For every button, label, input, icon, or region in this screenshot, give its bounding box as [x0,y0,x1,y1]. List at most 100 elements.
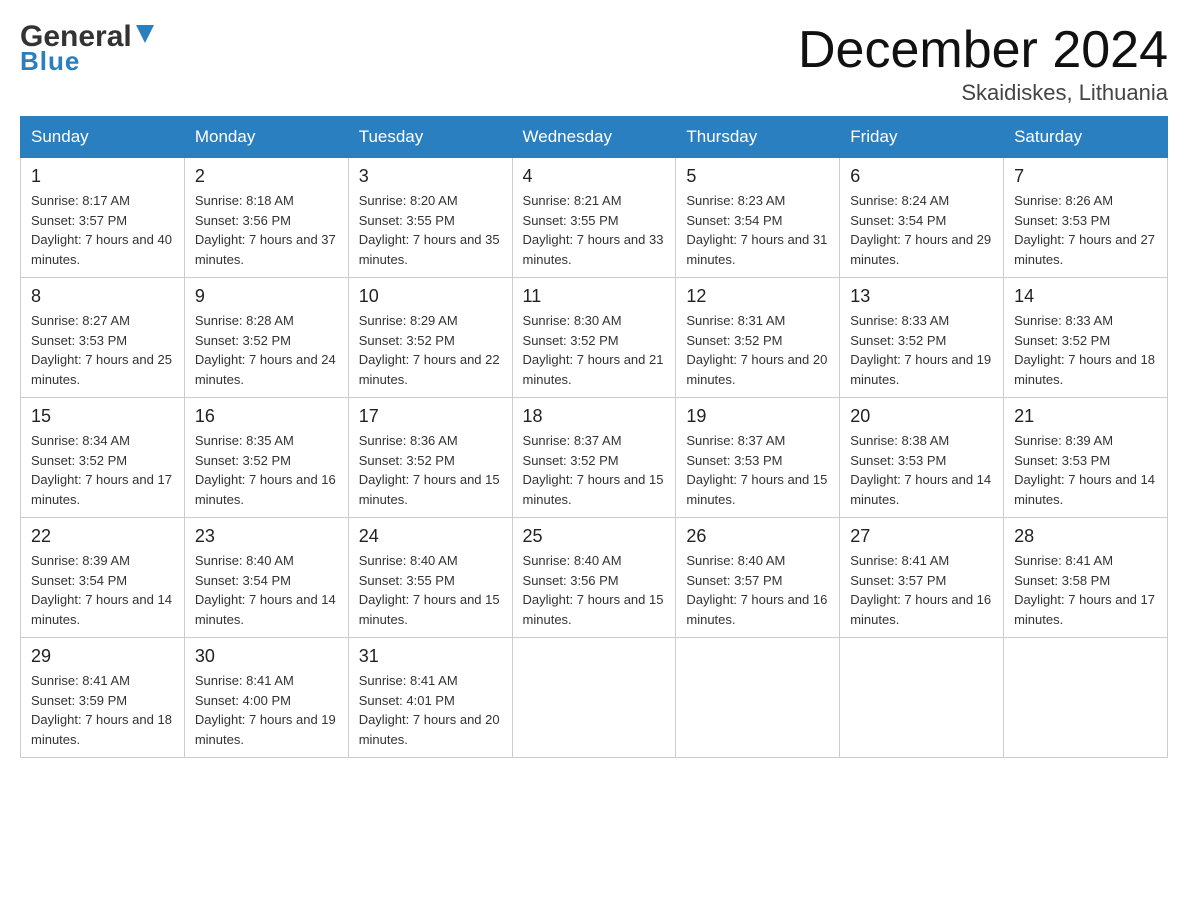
day-info: Sunrise: 8:40 AM Sunset: 3:55 PM Dayligh… [359,551,502,629]
day-info: Sunrise: 8:24 AM Sunset: 3:54 PM Dayligh… [850,191,993,269]
day-info: Sunrise: 8:33 AM Sunset: 3:52 PM Dayligh… [1014,311,1157,389]
day-info: Sunrise: 8:37 AM Sunset: 3:53 PM Dayligh… [686,431,829,509]
day-info: Sunrise: 8:26 AM Sunset: 3:53 PM Dayligh… [1014,191,1157,269]
day-number: 22 [31,526,174,547]
day-number: 16 [195,406,338,427]
day-info: Sunrise: 8:41 AM Sunset: 4:01 PM Dayligh… [359,671,502,749]
day-number: 19 [686,406,829,427]
day-number: 9 [195,286,338,307]
calendar-day-header: Thursday [676,117,840,158]
day-number: 6 [850,166,993,187]
page-header: General Blue December 2024 Skaidiskes, L… [20,20,1168,106]
day-info: Sunrise: 8:41 AM Sunset: 3:58 PM Dayligh… [1014,551,1157,629]
day-number: 30 [195,646,338,667]
day-number: 7 [1014,166,1157,187]
calendar-day-cell: 30 Sunrise: 8:41 AM Sunset: 4:00 PM Dayl… [184,638,348,758]
calendar-day-cell [1004,638,1168,758]
day-info: Sunrise: 8:34 AM Sunset: 3:52 PM Dayligh… [31,431,174,509]
day-info: Sunrise: 8:30 AM Sunset: 3:52 PM Dayligh… [523,311,666,389]
calendar-day-cell: 16 Sunrise: 8:35 AM Sunset: 3:52 PM Dayl… [184,398,348,518]
calendar-week-row: 8 Sunrise: 8:27 AM Sunset: 3:53 PM Dayli… [21,278,1168,398]
calendar-day-cell: 27 Sunrise: 8:41 AM Sunset: 3:57 PM Dayl… [840,518,1004,638]
calendar-day-header: Wednesday [512,117,676,158]
calendar-day-cell: 17 Sunrise: 8:36 AM Sunset: 3:52 PM Dayl… [348,398,512,518]
calendar-day-cell: 19 Sunrise: 8:37 AM Sunset: 3:53 PM Dayl… [676,398,840,518]
calendar-day-cell [676,638,840,758]
day-info: Sunrise: 8:39 AM Sunset: 3:53 PM Dayligh… [1014,431,1157,509]
day-number: 11 [523,286,666,307]
calendar-day-header: Sunday [21,117,185,158]
day-number: 28 [1014,526,1157,547]
day-info: Sunrise: 8:41 AM Sunset: 3:57 PM Dayligh… [850,551,993,629]
day-number: 31 [359,646,502,667]
day-info: Sunrise: 8:38 AM Sunset: 3:53 PM Dayligh… [850,431,993,509]
calendar-day-cell: 5 Sunrise: 8:23 AM Sunset: 3:54 PM Dayli… [676,158,840,278]
calendar-day-header: Monday [184,117,348,158]
day-info: Sunrise: 8:40 AM Sunset: 3:54 PM Dayligh… [195,551,338,629]
calendar-day-header: Friday [840,117,1004,158]
day-number: 2 [195,166,338,187]
day-number: 3 [359,166,502,187]
calendar-day-cell: 12 Sunrise: 8:31 AM Sunset: 3:52 PM Dayl… [676,278,840,398]
day-number: 8 [31,286,174,307]
day-number: 17 [359,406,502,427]
calendar-day-cell: 11 Sunrise: 8:30 AM Sunset: 3:52 PM Dayl… [512,278,676,398]
day-info: Sunrise: 8:27 AM Sunset: 3:53 PM Dayligh… [31,311,174,389]
day-number: 15 [31,406,174,427]
calendar-day-header: Tuesday [348,117,512,158]
day-number: 23 [195,526,338,547]
calendar-day-cell: 21 Sunrise: 8:39 AM Sunset: 3:53 PM Dayl… [1004,398,1168,518]
calendar-table: SundayMondayTuesdayWednesdayThursdayFrid… [20,116,1168,758]
calendar-day-cell: 15 Sunrise: 8:34 AM Sunset: 3:52 PM Dayl… [21,398,185,518]
calendar-week-row: 1 Sunrise: 8:17 AM Sunset: 3:57 PM Dayli… [21,158,1168,278]
calendar-day-cell: 2 Sunrise: 8:18 AM Sunset: 3:56 PM Dayli… [184,158,348,278]
day-info: Sunrise: 8:36 AM Sunset: 3:52 PM Dayligh… [359,431,502,509]
title-block: December 2024 Skaidiskes, Lithuania [798,20,1168,106]
calendar-day-cell: 26 Sunrise: 8:40 AM Sunset: 3:57 PM Dayl… [676,518,840,638]
calendar-day-cell: 3 Sunrise: 8:20 AM Sunset: 3:55 PM Dayli… [348,158,512,278]
day-number: 24 [359,526,502,547]
calendar-day-cell: 25 Sunrise: 8:40 AM Sunset: 3:56 PM Dayl… [512,518,676,638]
calendar-day-cell [512,638,676,758]
calendar-day-cell: 10 Sunrise: 8:29 AM Sunset: 3:52 PM Dayl… [348,278,512,398]
calendar-header-row: SundayMondayTuesdayWednesdayThursdayFrid… [21,117,1168,158]
day-number: 27 [850,526,993,547]
day-info: Sunrise: 8:41 AM Sunset: 4:00 PM Dayligh… [195,671,338,749]
calendar-day-cell: 9 Sunrise: 8:28 AM Sunset: 3:52 PM Dayli… [184,278,348,398]
calendar-day-cell: 4 Sunrise: 8:21 AM Sunset: 3:55 PM Dayli… [512,158,676,278]
calendar-day-cell: 23 Sunrise: 8:40 AM Sunset: 3:54 PM Dayl… [184,518,348,638]
day-info: Sunrise: 8:33 AM Sunset: 3:52 PM Dayligh… [850,311,993,389]
day-info: Sunrise: 8:40 AM Sunset: 3:57 PM Dayligh… [686,551,829,629]
day-info: Sunrise: 8:39 AM Sunset: 3:54 PM Dayligh… [31,551,174,629]
day-info: Sunrise: 8:17 AM Sunset: 3:57 PM Dayligh… [31,191,174,269]
calendar-title: December 2024 [798,20,1168,80]
day-number: 21 [1014,406,1157,427]
day-info: Sunrise: 8:18 AM Sunset: 3:56 PM Dayligh… [195,191,338,269]
logo-blue-text: Blue [20,46,80,77]
day-number: 26 [686,526,829,547]
day-info: Sunrise: 8:21 AM Sunset: 3:55 PM Dayligh… [523,191,666,269]
day-number: 18 [523,406,666,427]
day-number: 12 [686,286,829,307]
day-number: 13 [850,286,993,307]
calendar-day-cell: 7 Sunrise: 8:26 AM Sunset: 3:53 PM Dayli… [1004,158,1168,278]
day-info: Sunrise: 8:28 AM Sunset: 3:52 PM Dayligh… [195,311,338,389]
day-number: 29 [31,646,174,667]
calendar-day-cell: 13 Sunrise: 8:33 AM Sunset: 3:52 PM Dayl… [840,278,1004,398]
day-number: 25 [523,526,666,547]
day-info: Sunrise: 8:37 AM Sunset: 3:52 PM Dayligh… [523,431,666,509]
calendar-subtitle: Skaidiskes, Lithuania [798,80,1168,106]
calendar-day-cell: 22 Sunrise: 8:39 AM Sunset: 3:54 PM Dayl… [21,518,185,638]
calendar-day-cell: 18 Sunrise: 8:37 AM Sunset: 3:52 PM Dayl… [512,398,676,518]
day-number: 5 [686,166,829,187]
calendar-day-cell: 31 Sunrise: 8:41 AM Sunset: 4:01 PM Dayl… [348,638,512,758]
calendar-week-row: 29 Sunrise: 8:41 AM Sunset: 3:59 PM Dayl… [21,638,1168,758]
day-info: Sunrise: 8:35 AM Sunset: 3:52 PM Dayligh… [195,431,338,509]
calendar-day-cell: 6 Sunrise: 8:24 AM Sunset: 3:54 PM Dayli… [840,158,1004,278]
calendar-day-cell [840,638,1004,758]
logo-arrow-icon [134,23,156,50]
calendar-week-row: 15 Sunrise: 8:34 AM Sunset: 3:52 PM Dayl… [21,398,1168,518]
calendar-day-cell: 8 Sunrise: 8:27 AM Sunset: 3:53 PM Dayli… [21,278,185,398]
calendar-week-row: 22 Sunrise: 8:39 AM Sunset: 3:54 PM Dayl… [21,518,1168,638]
calendar-day-cell: 28 Sunrise: 8:41 AM Sunset: 3:58 PM Dayl… [1004,518,1168,638]
